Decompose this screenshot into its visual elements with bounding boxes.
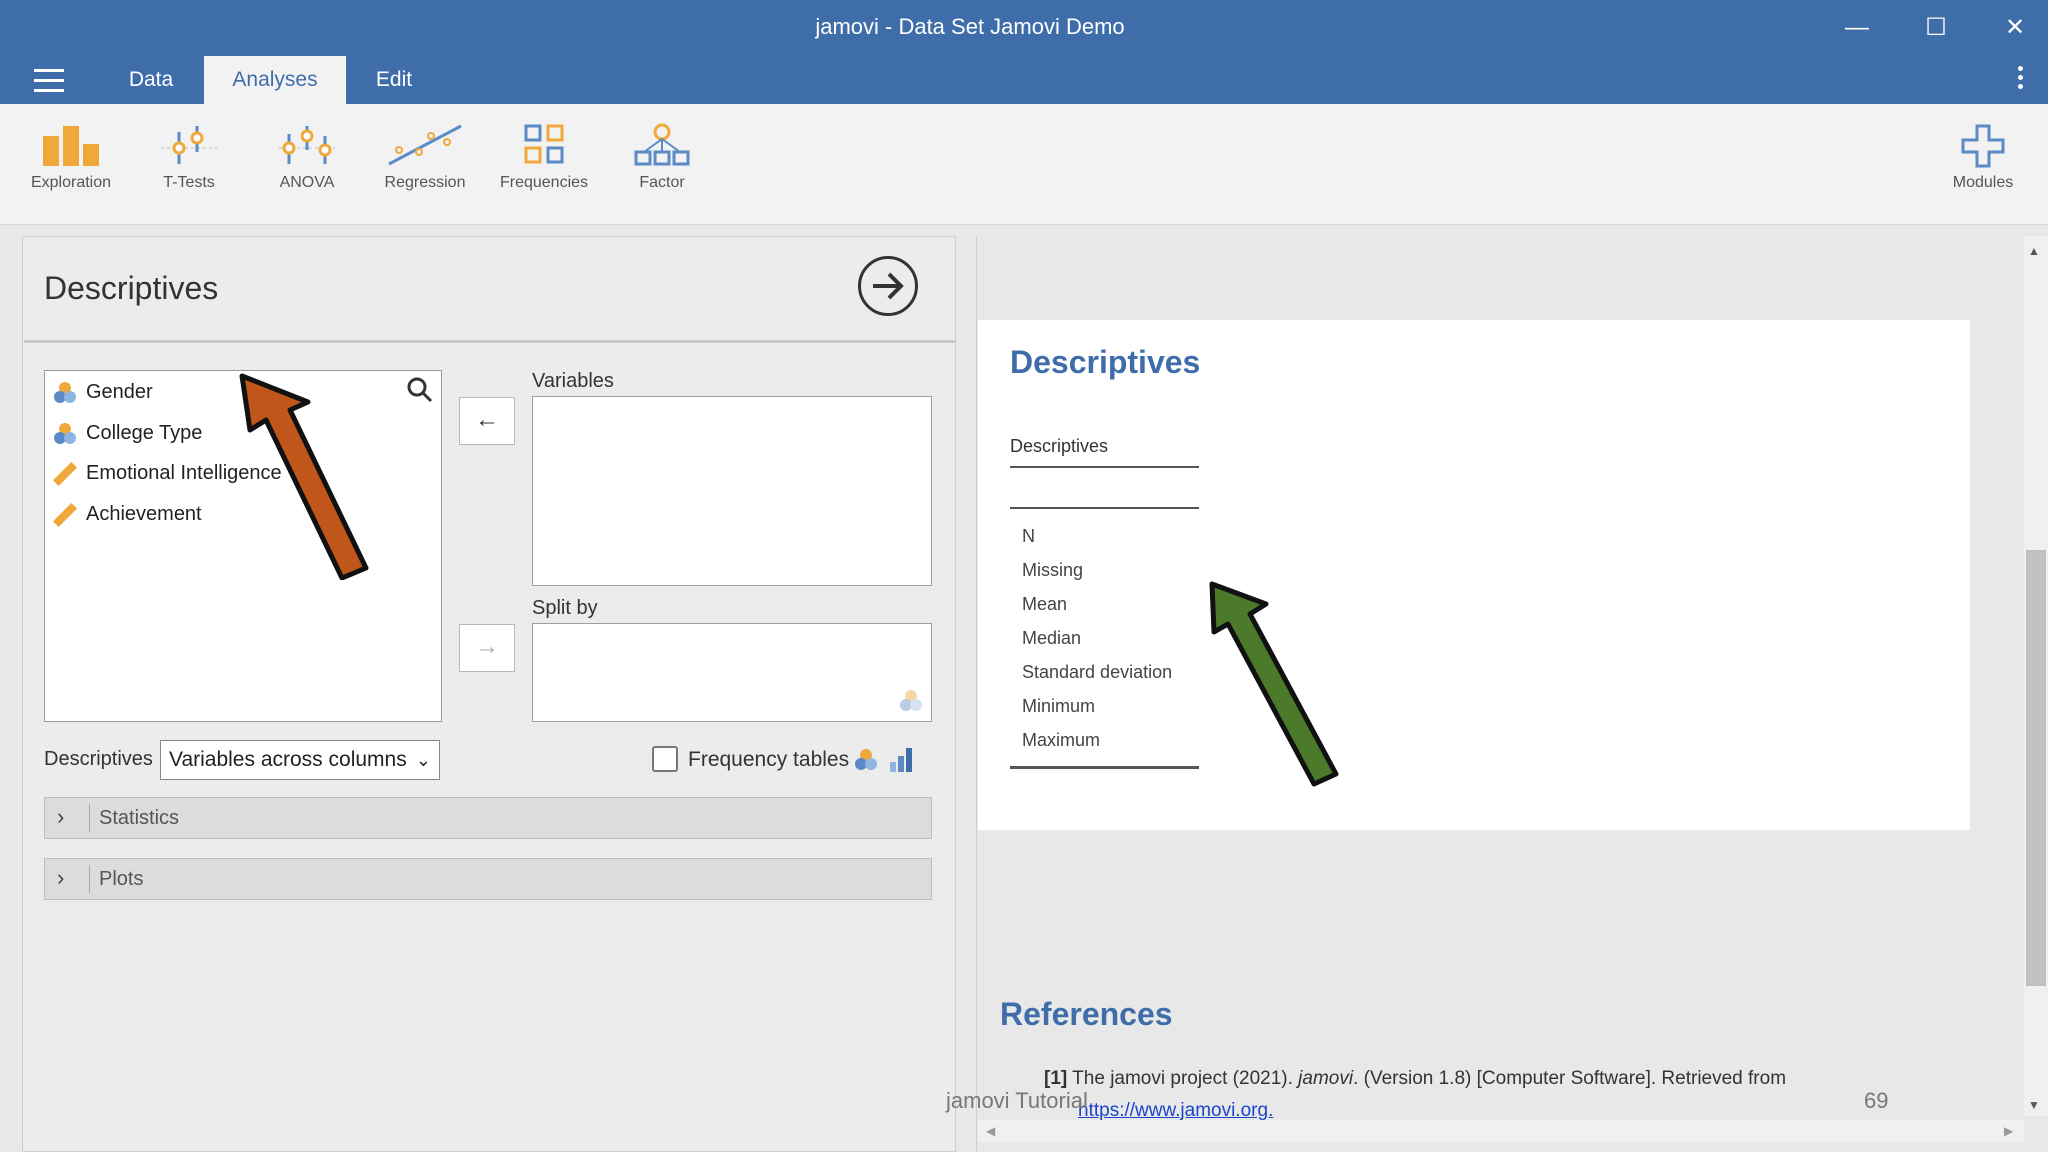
frequencies-button[interactable]: Frequencies xyxy=(489,122,599,192)
page-number: 69 xyxy=(1864,1088,1889,1113)
table-title: Descriptives xyxy=(1010,436,1109,456)
green-arrow-annotation xyxy=(1209,581,1339,787)
ruler-icon xyxy=(52,461,78,486)
nominal-icon xyxy=(54,381,76,403)
exploration-button[interactable]: Exploration xyxy=(16,122,126,192)
plus-icon xyxy=(1961,124,2005,168)
variable-item[interactable]: College Type xyxy=(52,418,202,448)
horizontal-scrollbar[interactable] xyxy=(978,1120,2024,1142)
options-title: Descriptives xyxy=(44,270,219,306)
table-row: N xyxy=(1022,526,1035,546)
statistics-label: Statistics xyxy=(99,807,180,829)
minimize-button[interactable]: — xyxy=(1832,8,1882,48)
variable-label: Gender xyxy=(86,381,153,403)
close-button[interactable]: ✕ xyxy=(1990,8,2040,48)
regression-button[interactable]: Regression xyxy=(370,122,480,192)
anova-icon xyxy=(279,126,335,164)
nominal-icon xyxy=(54,422,76,444)
modules-label: Modules xyxy=(1952,174,2014,191)
table-row: Maximum xyxy=(1022,730,1101,750)
panel-divider xyxy=(24,340,956,343)
scroll-up-icon[interactable]: ▲ xyxy=(2028,244,2040,258)
chevron-right-icon: › xyxy=(57,865,65,890)
orange-arrow-annotation xyxy=(239,373,369,580)
frequency-tables-checkbox[interactable] xyxy=(652,746,678,772)
frequencies-label: Frequencies xyxy=(499,174,589,191)
run-button[interactable] xyxy=(858,256,918,316)
more-options-icon[interactable] xyxy=(2018,66,2030,93)
move-right-button[interactable]: → xyxy=(459,624,515,672)
table-row: Mean xyxy=(1022,594,1068,614)
factor-icon xyxy=(634,123,690,166)
scroll-down-icon[interactable]: ▼ xyxy=(2028,1098,2040,1112)
statistics-section[interactable]: › Statistics xyxy=(44,797,932,839)
results-title: Descriptives xyxy=(1010,344,1201,380)
t-tests-icon xyxy=(161,126,217,164)
scroll-right-icon[interactable]: ▶ xyxy=(2004,1124,2013,1138)
regression-label: Regression xyxy=(384,174,466,191)
arrow-left-icon: ← xyxy=(475,406,499,433)
variables-label: Variables xyxy=(532,370,614,392)
search-icon[interactable] xyxy=(406,376,434,409)
arrow-right-icon xyxy=(873,272,904,300)
chevron-down-icon: ⌄ xyxy=(415,750,431,770)
frequency-tables-label: Frequency tables xyxy=(688,748,850,771)
scroll-left-icon[interactable]: ◀ xyxy=(986,1124,995,1138)
plots-label: Plots xyxy=(99,868,144,890)
footer-label: jamovi Tutorial xyxy=(946,1088,1088,1113)
nominal-icon xyxy=(852,746,880,779)
variable-label: College Type xyxy=(86,422,203,444)
tab-analyses[interactable]: Analyses xyxy=(204,56,346,104)
scrollbar-thumb[interactable] xyxy=(2026,550,2046,986)
table-row: Missing xyxy=(1022,560,1084,580)
variable-item[interactable]: Achievement xyxy=(52,499,202,529)
menu-icon[interactable] xyxy=(28,62,70,102)
tab-data[interactable]: Data xyxy=(100,56,202,104)
splitby-label: Split by xyxy=(532,597,598,619)
chevron-right-icon: › xyxy=(57,804,65,829)
t-tests-button[interactable]: T-Tests xyxy=(134,122,244,192)
tab-edit[interactable]: Edit xyxy=(346,56,442,104)
modules-button[interactable]: Modules xyxy=(1928,122,2038,192)
variables-box[interactable] xyxy=(532,396,932,586)
table-rule xyxy=(1010,766,1199,769)
plots-section[interactable]: › Plots xyxy=(44,858,932,900)
move-left-button[interactable]: ← xyxy=(459,397,515,445)
factor-label: Factor xyxy=(639,174,685,191)
reference-number: [1] xyxy=(1044,1068,1068,1089)
results-card xyxy=(978,320,1970,830)
table-row: Median xyxy=(1022,628,1082,648)
anova-label: ANOVA xyxy=(279,174,335,191)
anova-button[interactable]: ANOVA xyxy=(252,122,362,192)
reference-link[interactable]: https://www.jamovi.org. xyxy=(1078,1100,1273,1122)
references-title: References xyxy=(1000,996,1173,1032)
t-tests-label: T-Tests xyxy=(163,174,215,191)
exploration-icon xyxy=(43,126,99,166)
frequencies-icon xyxy=(524,124,564,164)
bar-chart-icon xyxy=(888,746,916,779)
variable-item[interactable]: Gender xyxy=(52,377,153,407)
variable-label: Achievement xyxy=(86,503,202,525)
maximize-button[interactable]: ☐ xyxy=(1911,8,1961,48)
descriptives-label: Descriptives xyxy=(44,748,153,770)
regression-icon xyxy=(388,124,462,166)
splitby-box[interactable] xyxy=(532,623,932,722)
table-rule xyxy=(1010,466,1199,468)
table-rule xyxy=(1010,507,1199,509)
reference-text: The jamovi project (2021). xyxy=(1072,1068,1293,1089)
reference-entry: [1] The jamovi project (2021). jamovi. (… xyxy=(1044,1068,1786,1090)
nominal-icon xyxy=(898,688,924,719)
factor-button[interactable]: Factor xyxy=(607,122,717,192)
reference-tail: . (Version 1.8) [Computer Software]. Ret… xyxy=(1353,1068,1787,1089)
table-row: Minimum xyxy=(1022,696,1096,716)
ruler-icon xyxy=(52,502,78,527)
descriptives-select[interactable]: Variables across columns ⌄ xyxy=(160,740,440,780)
reference-title: jamovi xyxy=(1298,1068,1354,1089)
table-row: Standard deviation xyxy=(1022,662,1173,682)
arrow-right-icon: → xyxy=(475,633,499,660)
window-title: jamovi - Data Set Jamovi Demo xyxy=(815,14,1125,39)
descriptives-select-value: Variables across columns xyxy=(169,748,407,771)
exploration-label: Exploration xyxy=(30,174,112,191)
